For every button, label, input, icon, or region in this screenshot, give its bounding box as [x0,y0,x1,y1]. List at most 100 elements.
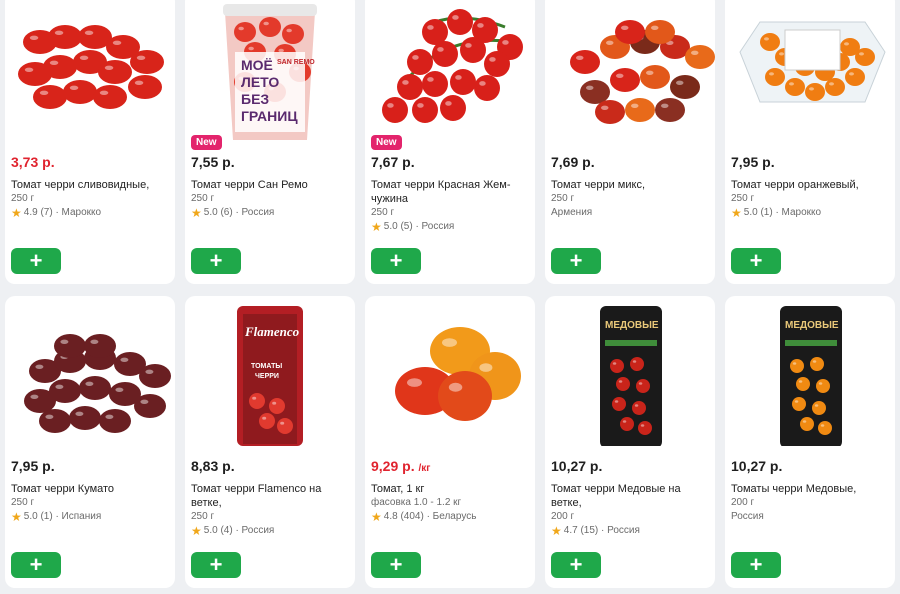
rating-text: 4.9 (7) · Марокко [23,207,102,218]
product-weight: 250 г [371,207,395,218]
price-value: 7,55 р. [191,154,235,170]
add-to-cart-button[interactable]: + [551,248,601,274]
product-card-4[interactable]: 7,69 р. Томат черри микс, 250 г Армения … [545,0,715,284]
svg-text:ЧЕРРИ: ЧЕРРИ [255,373,279,380]
svg-text:ЛЕТО: ЛЕТО [241,74,279,90]
product-card-8[interactable]: 9,29 р. /кг Томат, 1 кг фасовка 1.0 - 1.… [365,296,535,588]
product-info: Томат черри Сан Ремо 250 г ★ 5.0 (6) · Р… [191,178,351,220]
add-to-cart-button[interactable]: + [551,552,601,578]
product-title[interactable]: Томат черри Медовые на ветке, [551,482,711,510]
price-value: 7,69 р. [551,154,595,170]
star-icon: ★ [11,206,22,220]
product-rating: ★ 5.0 (4) · Россия [191,524,351,538]
svg-text:МЕДОВЫЕ: МЕДОВЫЕ [605,320,659,331]
product-title[interactable]: Томат черри микс, [551,178,711,192]
kumato-tomatoes-illustration [24,334,171,433]
product-image[interactable] [5,0,175,142]
product-image[interactable] [365,296,535,446]
svg-text:БЕЗ: БЕЗ [241,91,269,107]
product-rating: ★ 4.8 (404) · Беларусь [371,510,531,524]
product-price: 9,29 р. /кг [371,458,430,474]
rating-text: Армения [551,207,593,218]
product-weight: 250 г [11,497,35,508]
rating-text: Россия [731,511,764,522]
product-price: 10,27 р. [731,458,782,474]
star-icon: ★ [371,510,382,524]
rating-text: 5.0 (1) · Испания [23,511,102,522]
product-image[interactable]: МЕДОВЫЕ [545,296,715,446]
medovye-red-pack-illustration: МЕДОВЫЕ [600,306,662,446]
rating-text: 4.8 (404) · Беларусь [383,511,477,522]
product-card-2[interactable]: МОЁ ЛЕТО БЕЗ ГРАНИЦ SAN REMO New 7,55 р. Том… [185,0,355,284]
product-grid: 3,73 р. Томат черри сливовидные, 250 г ★… [0,0,900,588]
rating-text: 5.0 (4) · Россия [203,525,275,536]
product-weight: 250 г [551,193,575,204]
svg-text:МЕДОВЫЕ: МЕДОВЫЕ [785,320,839,331]
product-info: Томат черри оранжевый, 250 г ★ 5.0 (1) ·… [731,178,891,220]
add-to-cart-button[interactable]: + [191,552,241,578]
product-title[interactable]: Томат черри оранжевый, [731,178,891,192]
product-image[interactable]: МОЁ ЛЕТО БЕЗ ГРАНИЦ SAN REMO [185,0,355,142]
san-remo-cup-illustration: МОЁЛЕТОБЕЗГРАНИЦ SAN REMO [223,4,317,140]
new-badge: New [371,135,402,150]
cherry-tomatoes-on-vine-illustration [382,9,523,123]
price-value: 8,83 р. [191,458,235,474]
red-plum-cherry-tomatoes-illustration [18,25,164,109]
product-price: 7,95 р. [731,154,775,170]
product-price: 10,27 р. [551,458,602,474]
star-icon: ★ [551,524,562,538]
product-rating: Армения [551,206,711,220]
product-info: Томат черри микс, 250 г Армения [551,178,711,220]
svg-text:Flamenco: Flamenco [244,324,300,339]
product-title[interactable]: Томаты черри Медовые, [731,482,891,496]
product-card-3[interactable]: New 7,67 р. Томат черри Красная Жем-чужи… [365,0,535,284]
product-image[interactable]: МЕДОВЫЕ [725,296,895,446]
price-value: 7,67 р. [371,154,415,170]
price-value: 7,95 р. [731,154,775,170]
product-rating: ★ 5.0 (5) · Россия [371,220,531,234]
add-to-cart-button[interactable]: + [11,552,61,578]
product-card-9[interactable]: МЕДОВЫЕ 10,27 р. Томат черри Медовые на … [545,296,715,588]
product-image[interactable] [545,0,715,142]
product-card-10[interactable]: МЕДОВЫЕ 10,27 р. Томаты черри Медовые, 2… [725,296,895,588]
star-icon: ★ [731,206,742,220]
product-image[interactable] [725,0,895,142]
product-image[interactable]: Flamenco ТОМАТЫ ЧЕРРИ [185,296,355,446]
add-to-cart-button[interactable]: + [371,552,421,578]
add-to-cart-button[interactable]: + [371,248,421,274]
product-image[interactable] [365,0,535,142]
product-card-1[interactable]: 3,73 р. Томат черри сливовидные, 250 г ★… [5,0,175,284]
product-price: 7,95 р. [11,458,55,474]
add-to-cart-button[interactable]: + [191,248,241,274]
product-card-5[interactable]: 7,95 р. Томат черри оранжевый, 250 г ★ 5… [725,0,895,284]
svg-text:SAN REMO: SAN REMO [277,59,315,66]
product-info: Томат черри Медовые на ветке, 200 г ★ 4.… [551,482,711,538]
svg-text:МОЁ: МОЁ [241,57,273,73]
rating-text: 5.0 (1) · Марокко [743,207,822,218]
product-weight: фасовка 1.0 - 1.2 кг [371,497,462,508]
product-title[interactable]: Томат черри Flamenco на ветке, [191,482,351,510]
price-value: 9,29 р. [371,458,415,474]
svg-text:ТОМАТЫ: ТОМАТЫ [251,363,282,370]
product-title[interactable]: Томат черри Красная Жем-чужина [371,178,531,206]
product-card-7[interactable]: Flamenco ТОМАТЫ ЧЕРРИ 8,83 р. Томат черр… [185,296,355,588]
price-value: 7,95 р. [11,458,55,474]
product-card-6[interactable]: 7,95 р. Томат черри Кумато 250 г ★ 5.0 (… [5,296,175,588]
product-image[interactable] [5,296,175,446]
product-info: Томат черри Flamenco на ветке, 250 г ★ 5… [191,482,351,538]
product-title[interactable]: Томат черри Сан Ремо [191,178,351,192]
star-icon: ★ [371,220,382,234]
add-to-cart-button[interactable]: + [11,248,61,274]
add-to-cart-button[interactable]: + [731,248,781,274]
product-title[interactable]: Томат черри сливовидные, [11,178,171,192]
product-rating: ★ 5.0 (6) · Россия [191,206,351,220]
add-to-cart-button[interactable]: + [731,552,781,578]
mixed-cherry-tomatoes-illustration [570,20,715,124]
product-title[interactable]: Томат черри Кумато [11,482,171,496]
price-unit: /кг [418,463,431,474]
product-rating: ★ 5.0 (1) · Испания [11,510,171,524]
price-value: 10,27 р. [551,458,603,474]
product-info: Томат, 1 кг фасовка 1.0 - 1.2 кг ★ 4.8 (… [371,482,531,524]
product-title[interactable]: Томат, 1 кг [371,482,531,496]
product-weight: 250 г [11,193,35,204]
